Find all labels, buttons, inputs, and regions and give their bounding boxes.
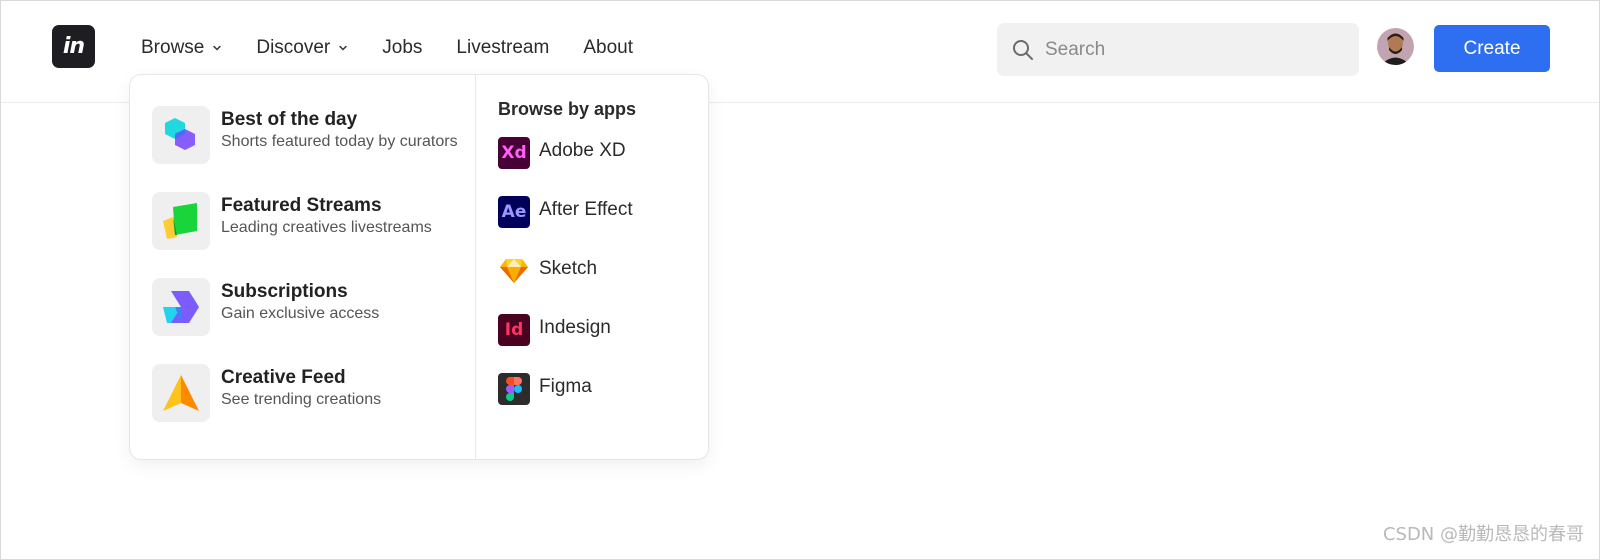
figma-logo [506, 377, 522, 401]
chevron-down-icon [339, 45, 348, 51]
app-adobe-xd[interactable]: Xd Adobe XD [498, 137, 698, 171]
tile-feed [152, 364, 210, 422]
badge-text: Ae [501, 202, 527, 222]
nav-browse-label: Browse [141, 37, 205, 58]
badge-text: Id [504, 320, 524, 340]
feed-icon [163, 375, 199, 411]
menu-item-creative-feed[interactable]: Creative Feed See trending creations [152, 364, 472, 424]
search-box[interactable] [997, 23, 1359, 76]
sketch-diamond [500, 259, 528, 283]
tile-stream [152, 192, 210, 250]
tile-cube [152, 106, 210, 164]
app-name: Sketch [539, 258, 598, 279]
app-name: Adobe XD [539, 140, 626, 161]
nav-about-label: About [583, 37, 633, 58]
app-name: Indesign [539, 317, 611, 338]
badge-text: Xd [501, 143, 527, 163]
menu-item-desc: See trending creations [221, 391, 382, 408]
menu-item-title: Best of the day [221, 109, 358, 130]
nav-jobs[interactable]: Jobs [382, 37, 422, 59]
nav-livestream[interactable]: Livestream [456, 37, 549, 59]
menu-item-subscriptions[interactable]: Subscriptions Gain exclusive access [152, 278, 472, 338]
watermark-text: CSDN @勤勤恳恳的春哥 [1382, 524, 1584, 545]
menu-item-title: Subscriptions [221, 281, 348, 302]
menu-item-desc: Leading creatives livestreams [221, 219, 432, 236]
app-name: After Effect [539, 199, 633, 220]
nav-browse[interactable]: Browse [141, 37, 222, 59]
nav-about[interactable]: About [583, 37, 633, 59]
stream-icon [163, 203, 197, 239]
indesign-icon: Id [498, 314, 530, 346]
nav-livestream-label: Livestream [456, 37, 550, 58]
menu-item-best-of-the-day[interactable]: Best of the day Shorts featured today by… [152, 106, 472, 166]
subscription-icon [163, 291, 199, 323]
nav-discover-label: Discover [256, 37, 331, 58]
search-input[interactable] [1045, 38, 1335, 61]
nav-jobs-label: Jobs [382, 37, 423, 58]
app-after-effect[interactable]: Ae After Effect [498, 196, 698, 230]
dropdown-divider [475, 75, 476, 459]
adobe-xd-icon: Xd [498, 137, 530, 169]
app-figma[interactable]: Figma [498, 373, 698, 407]
sketch-icon [498, 255, 530, 287]
app-sketch[interactable]: Sketch [498, 255, 698, 289]
app-name: Figma [539, 376, 592, 397]
tile-subscription [152, 278, 210, 336]
user-avatar-image [1377, 28, 1414, 65]
menu-item-title: Featured Streams [221, 195, 382, 216]
browse-dropdown: Best of the day Shorts featured today by… [129, 74, 709, 460]
cube-icon [165, 118, 195, 150]
app-indesign[interactable]: Id Indesign [498, 314, 698, 348]
figma-icon [498, 373, 530, 405]
avatar[interactable] [1377, 28, 1414, 65]
logo-text: in [62, 34, 85, 59]
menu-item-title: Creative Feed [221, 367, 346, 388]
menu-item-desc: Shorts featured today by curators [221, 133, 458, 150]
nav-discover[interactable]: Discover [256, 37, 348, 59]
brand-logo[interactable]: in [52, 25, 95, 68]
create-button[interactable]: Create [1434, 25, 1550, 72]
apps-heading: Browse by apps [498, 99, 637, 119]
menu-item-featured-streams[interactable]: Featured Streams Leading creatives lives… [152, 192, 472, 252]
chevron-down-icon [213, 45, 222, 51]
search-icon [1013, 39, 1033, 60]
main-nav: Browse Discover Jobs Livestream About [141, 37, 667, 59]
menu-item-desc: Gain exclusive access [221, 305, 380, 322]
after-effects-icon: Ae [498, 196, 530, 228]
